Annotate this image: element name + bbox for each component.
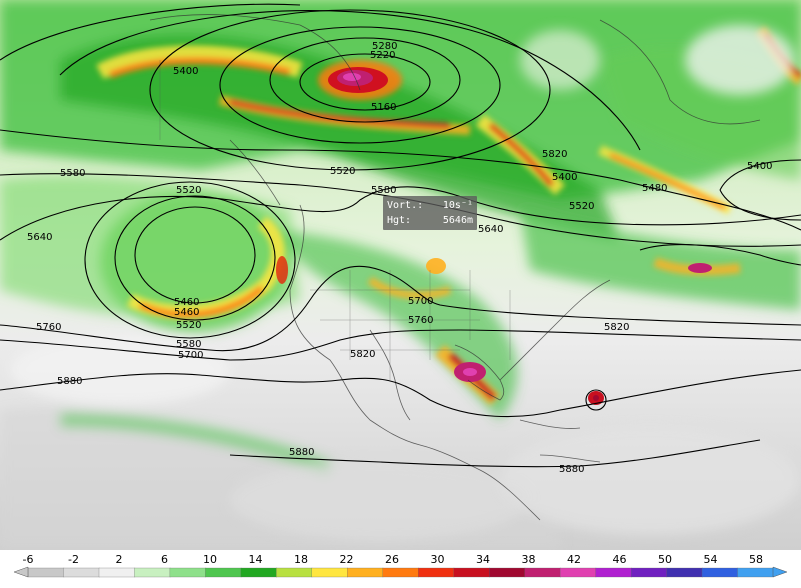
colorbar-swatch — [98, 567, 136, 578]
contour-label: 5580 — [60, 168, 85, 179]
colorbar-swatch — [27, 567, 65, 578]
colorbar-swatch — [701, 567, 739, 578]
colorbar-tick-label: 42 — [567, 553, 581, 566]
colorbar-tick-label: 6 — [161, 553, 168, 566]
contour-label: 5400 — [747, 161, 772, 172]
contour-label: 5520 — [569, 201, 594, 212]
contour-label: 5220 — [370, 50, 395, 61]
colorbar-swatch — [666, 567, 703, 578]
colorbar-tick-label: 38 — [522, 553, 536, 566]
contour-label: 5880 — [57, 376, 82, 387]
contour-label: 5820 — [350, 349, 375, 360]
contour-label: 5460 — [174, 307, 199, 318]
colorbar-tick-label: 14 — [249, 553, 263, 566]
vort-label: Vort.: — [387, 200, 424, 211]
colorbar-swatch — [311, 567, 348, 578]
colorbar-tick-label: 34 — [476, 553, 490, 566]
colorbar-swatch — [453, 567, 490, 578]
colorbar-swatch — [559, 567, 597, 578]
contour-label: 5820 — [604, 322, 629, 333]
contour-label: 5400 — [173, 66, 198, 77]
colorbar-tick-label: -6 — [23, 553, 34, 566]
colorbar-swatch — [524, 567, 561, 578]
colorbar-swatch — [63, 567, 100, 578]
colorbar-swatch — [347, 567, 384, 578]
contour-label: 5400 — [552, 172, 577, 183]
contour-label: 5580 — [176, 339, 201, 350]
vort-value: 10s⁻¹ — [442, 200, 473, 211]
contour-label: 5880 — [559, 464, 584, 475]
vorticity-map[interactable]: 5400 5280 5220 5160 5580 5520 5640 5460 … — [0, 0, 801, 550]
colorbar-tick-label: 46 — [613, 553, 627, 566]
colorbar-tick-label: 50 — [658, 553, 672, 566]
contour-label: 5520 — [330, 166, 355, 177]
contour-label: 5700 — [408, 296, 433, 307]
colorbar-swatch — [418, 567, 455, 578]
contour-label: 5160 — [371, 102, 396, 113]
colorbar-tick-label: 2 — [116, 553, 123, 566]
colorbar-tick-label: 18 — [294, 553, 308, 566]
colorbar-tick-label: -2 — [68, 553, 79, 566]
colorbar-swatch — [276, 567, 313, 578]
colorbar-swatch — [205, 567, 242, 578]
colorbar-tick-label: 54 — [704, 553, 718, 566]
contour-label: 5820 — [542, 149, 567, 160]
contour-label: 5760 — [36, 322, 61, 333]
contour-label: 5580 — [371, 185, 396, 196]
contour-label: 5760 — [408, 315, 433, 326]
contour-label: 5640 — [27, 232, 52, 243]
contour-label: 5640 — [478, 224, 503, 235]
colorbar-swatches — [27, 567, 774, 578]
contour-label: 5520 — [176, 320, 201, 331]
colorbar-swatch — [169, 567, 207, 578]
colorbar-tick-label: 26 — [385, 553, 399, 566]
contour-label: 5520 — [176, 185, 201, 196]
colorbar-swatch — [382, 567, 419, 578]
contour-label: 5700 — [178, 350, 203, 361]
colorbar-tick-label: 58 — [749, 553, 763, 566]
contour-label: 5480 — [642, 183, 667, 194]
hgt-value: 5646m — [442, 215, 473, 226]
contour-label: 5880 — [289, 447, 314, 458]
colorbar-swatch — [630, 567, 668, 578]
colorbar-tick-label: 22 — [340, 553, 354, 566]
colorbar-swatch — [134, 567, 171, 578]
colorbar: -6 -2 2 6 10 14 18 22 26 30 34 38 42 46 50 54 58 — [0, 550, 801, 588]
colorbar-swatch — [240, 567, 278, 578]
hgt-label: Hgt: — [387, 215, 412, 226]
colorbar-swatch — [737, 567, 774, 578]
colorbar-swatch — [595, 567, 632, 578]
colorbar-tick-label: 30 — [431, 553, 445, 566]
cursor-readout-tooltip: Vort.: 10s⁻¹ Hgt: 5646m — [383, 196, 477, 230]
colorbar-tick-label: 10 — [203, 553, 217, 566]
colorbar-swatch — [489, 567, 526, 578]
